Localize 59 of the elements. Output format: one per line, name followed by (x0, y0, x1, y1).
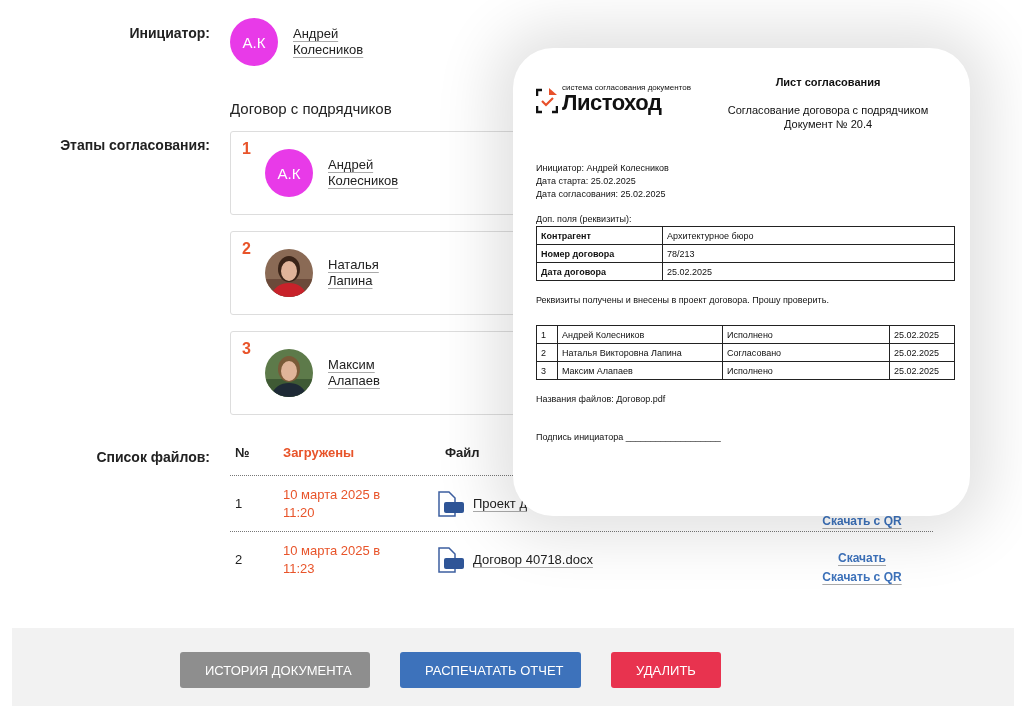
report-subtitle: Документ № 20.4 (783, 117, 873, 131)
person-link[interactable]: Наталья Лапина (328, 257, 379, 289)
table-cell: 1 (536, 325, 558, 344)
table-cell: Андрей Колесников (557, 325, 723, 344)
table-cell: Максим Алапаев (557, 361, 723, 380)
person-link[interactable]: Андрей Колесников (293, 26, 364, 58)
table-cell: Наталья Викторовна Лапина (557, 343, 723, 362)
logo-icon (536, 88, 558, 114)
table-cell: 25.02.2025 (889, 343, 955, 362)
column-header: Загружены (283, 445, 356, 460)
stage-number: 3 (242, 340, 251, 358)
initiator-label: Инициатор: (129, 25, 210, 41)
signature-line: Подпись инициатора ___________________ (536, 432, 722, 442)
download-link[interactable]: Скачать с QR (822, 568, 902, 586)
action-button[interactable]: УДАЛИТЬ (611, 652, 721, 688)
document-title: Договор с подрядчиков (230, 100, 392, 117)
stage-number: 2 (242, 240, 251, 258)
message-text: Реквизиты получены и внесены в проект договора. Прошу проверить. (536, 295, 830, 305)
logo-tagline: система согласования документов (562, 84, 691, 92)
table-cell: Дата договора (536, 262, 663, 281)
download-link[interactable]: Скачать (838, 549, 886, 567)
info-line: Инициатор: Андрей Колесников (536, 162, 670, 175)
table-cell: 3 (536, 361, 558, 380)
upload-date: 10 марта 2025 в 11:23 (283, 541, 382, 578)
row-number: 2 (234, 552, 244, 567)
logo-wordmark: Листоход (562, 92, 662, 114)
person-link[interactable]: Максим Алапаев (328, 357, 380, 389)
column-header: Файл (445, 445, 481, 460)
stage-number: 1 (242, 140, 251, 158)
avatar: А.К (265, 149, 313, 197)
table-cell: Номер договора (536, 244, 663, 263)
table-cell: Исполнено (722, 361, 890, 380)
avatar: А.К (230, 18, 278, 66)
report-subtitle: Согласование договора с подрядчиком (727, 103, 929, 117)
file-icon (437, 546, 465, 573)
person-link[interactable]: Андрей Колесников (328, 157, 399, 189)
table-cell: 25.02.2025 (889, 325, 955, 344)
row-number: 1 (234, 496, 244, 511)
table-cell: 25.02.2025 (889, 361, 955, 380)
info-line: Дата согласования: 25.02.2025 (536, 188, 667, 201)
table-cell: Контрагент (536, 226, 663, 245)
download-link[interactable]: Скачать с QR (822, 512, 902, 530)
info-line: Дата старта: 25.02.2025 (536, 175, 637, 188)
file-icon (437, 490, 465, 517)
action-button[interactable]: РАСПЕЧАТАТЬ ОТЧЕТ (400, 652, 581, 688)
upload-date: 10 марта 2025 в 11:20 (283, 485, 382, 522)
table-cell: 78/213 (662, 244, 955, 263)
report-title: Лист согласования (775, 76, 881, 88)
table-cell: Согласовано (722, 343, 890, 362)
fields-caption: Доп. поля (реквизиты): (536, 214, 633, 224)
files-line: Названия файлов: Договор.pdf (536, 394, 667, 404)
files-label: Список файлов: (96, 449, 210, 465)
table-cell: Исполнено (722, 325, 890, 344)
table-cell: 25.02.2025 (662, 262, 955, 281)
column-header: № (234, 445, 251, 460)
table-cell: 2 (536, 343, 558, 362)
table-cell: Архитектурное бюро (662, 226, 955, 245)
file-link[interactable]: Договор 40718.docx (473, 552, 593, 567)
stages-label: Этапы согласования: (60, 137, 210, 153)
